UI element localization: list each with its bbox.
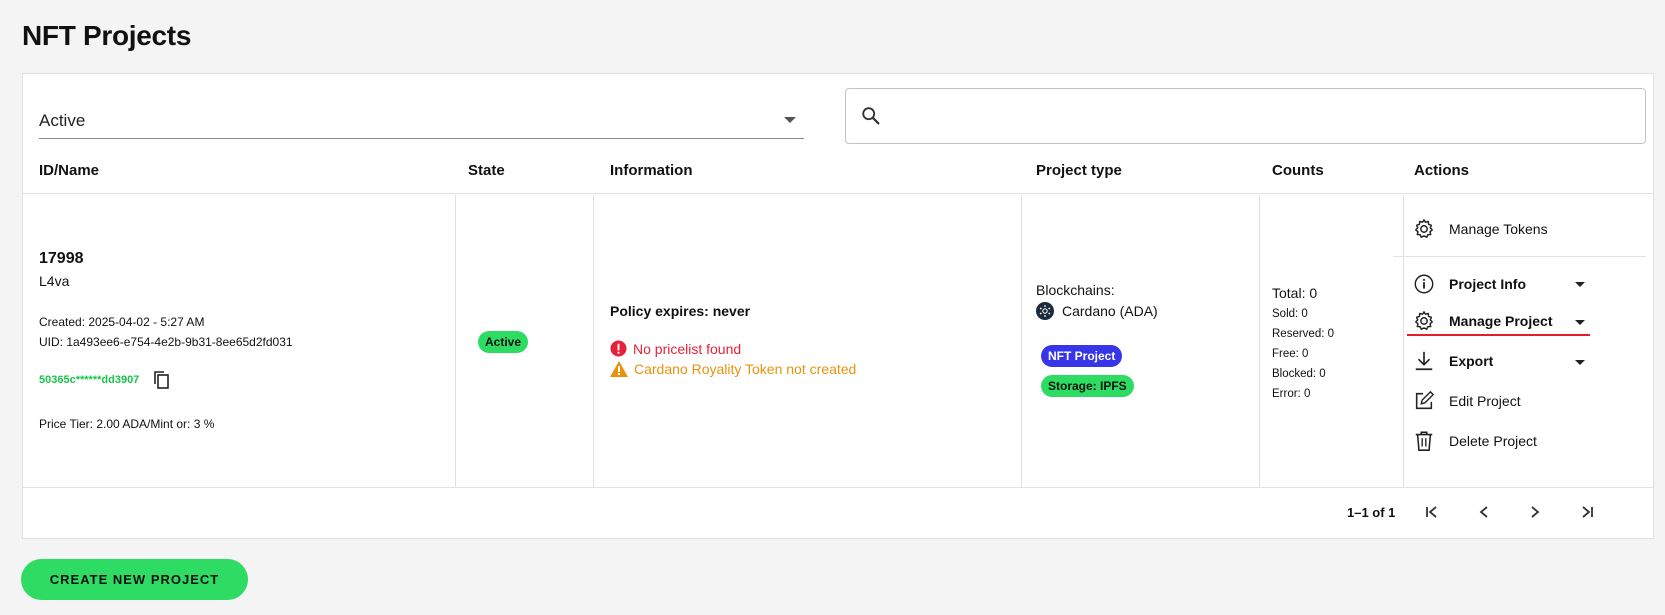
search-field[interactable]	[845, 88, 1646, 144]
column-divider	[1403, 195, 1404, 488]
blockchain-item: Cardano (ADA)	[1036, 302, 1158, 320]
search-icon	[862, 107, 880, 125]
export-label: Export	[1449, 353, 1494, 369]
search-input[interactable]	[896, 99, 1626, 133]
pricelist-warning-text: No pricelist found	[633, 340, 742, 357]
blockchain-name: Cardano (ADA)	[1062, 303, 1158, 319]
column-divider	[455, 195, 456, 488]
trash-icon	[1413, 429, 1439, 453]
warning-icon	[610, 361, 628, 377]
project-info-menu[interactable]: Project Info	[1413, 272, 1526, 296]
page-title: NFT Projects	[22, 20, 192, 51]
table-row: 17998 L4va Created: 2025-04-02 - 5:27 AM…	[23, 195, 1653, 488]
column-header-project-type[interactable]: Project type	[1036, 162, 1122, 179]
export-menu[interactable]: Export	[1413, 349, 1493, 373]
count-blocked: Blocked: 0	[1272, 368, 1326, 380]
chevron-down-icon	[784, 117, 796, 123]
projects-table-card: Active ID/Name State Information Project…	[22, 73, 1654, 539]
delete-project-label: Delete Project	[1449, 433, 1537, 449]
previous-page-icon[interactable]	[1471, 499, 1497, 525]
edit-project-label: Edit Project	[1449, 393, 1521, 409]
created-date: Created: 2025-04-02 - 5:27 AM	[39, 315, 205, 329]
last-page-icon[interactable]	[1574, 499, 1600, 525]
state-badge: Active	[478, 331, 529, 353]
policy-expiry: Policy expires: never	[610, 303, 751, 319]
manage-tokens-button[interactable]: Manage Tokens	[1413, 217, 1548, 241]
royalty-warning-text: Cardano Royality Token not created	[634, 361, 857, 377]
pricelist-warning: No pricelist found	[610, 340, 741, 357]
project-info-label: Project Info	[1449, 276, 1527, 292]
chevron-down-icon[interactable]	[1575, 320, 1585, 325]
column-divider	[1021, 195, 1022, 488]
divider	[1393, 256, 1646, 257]
column-header-counts[interactable]: Counts	[1272, 162, 1324, 179]
edit-project-button[interactable]: Edit Project	[1413, 389, 1521, 413]
price-tier: Price Tier: 2.00 ADA/Mint or: 3 %	[39, 417, 215, 431]
pagination-range: 1–1 of 1	[1347, 505, 1396, 520]
table-header: ID/Name State Information Project type C…	[23, 154, 1653, 194]
count-error: Error: 0	[1272, 388, 1311, 400]
highlight-underline	[1407, 334, 1590, 336]
count-reserved: Reserved: 0	[1272, 328, 1335, 340]
project-uid: UID: 1a493ee6-e754-4e2b-9b31-8ee65d2fd03…	[39, 335, 293, 349]
column-header-id-name[interactable]: ID/Name	[39, 162, 99, 179]
project-id: 17998	[39, 250, 84, 267]
cardano-icon	[1036, 302, 1054, 320]
column-header-state[interactable]: State	[468, 162, 505, 179]
chevron-down-icon[interactable]	[1575, 282, 1585, 287]
edit-icon	[1413, 389, 1439, 413]
delete-project-button[interactable]: Delete Project	[1413, 429, 1537, 453]
count-total: Total: 0	[1272, 285, 1318, 301]
project-type-badge: NFT Project	[1041, 345, 1123, 367]
count-sold: Sold: 0	[1272, 308, 1308, 320]
chevron-down-icon[interactable]	[1575, 360, 1585, 365]
manage-project-menu[interactable]: Manage Project	[1413, 309, 1552, 333]
create-new-project-button[interactable]: CREATE NEW PROJECT	[21, 559, 248, 600]
manage-tokens-label: Manage Tokens	[1449, 221, 1548, 237]
storage-badge: Storage: IPFS	[1041, 375, 1134, 397]
copy-icon[interactable]	[153, 370, 171, 395]
state-filter-value: Active	[39, 111, 86, 130]
policy-address[interactable]: 50365c******dd3907	[39, 374, 139, 386]
error-icon	[610, 340, 627, 357]
first-page-icon[interactable]	[1419, 499, 1445, 525]
gear-icon	[1413, 217, 1439, 241]
project-name: L4va	[39, 273, 70, 289]
column-divider	[593, 195, 594, 488]
info-icon	[1413, 272, 1439, 296]
download-icon	[1413, 349, 1439, 373]
state-filter-select[interactable]: Active	[39, 104, 804, 139]
next-page-icon[interactable]	[1522, 499, 1548, 525]
gear-icon	[1413, 309, 1439, 333]
blockchains-label: Blockchains:	[1036, 282, 1115, 298]
column-header-information[interactable]: Information	[610, 162, 693, 179]
royalty-warning: Cardano Royality Token not created	[610, 361, 856, 377]
column-divider	[1259, 195, 1260, 488]
count-free: Free: 0	[1272, 348, 1309, 360]
column-header-actions: Actions	[1414, 162, 1470, 179]
manage-project-label: Manage Project	[1449, 313, 1553, 329]
